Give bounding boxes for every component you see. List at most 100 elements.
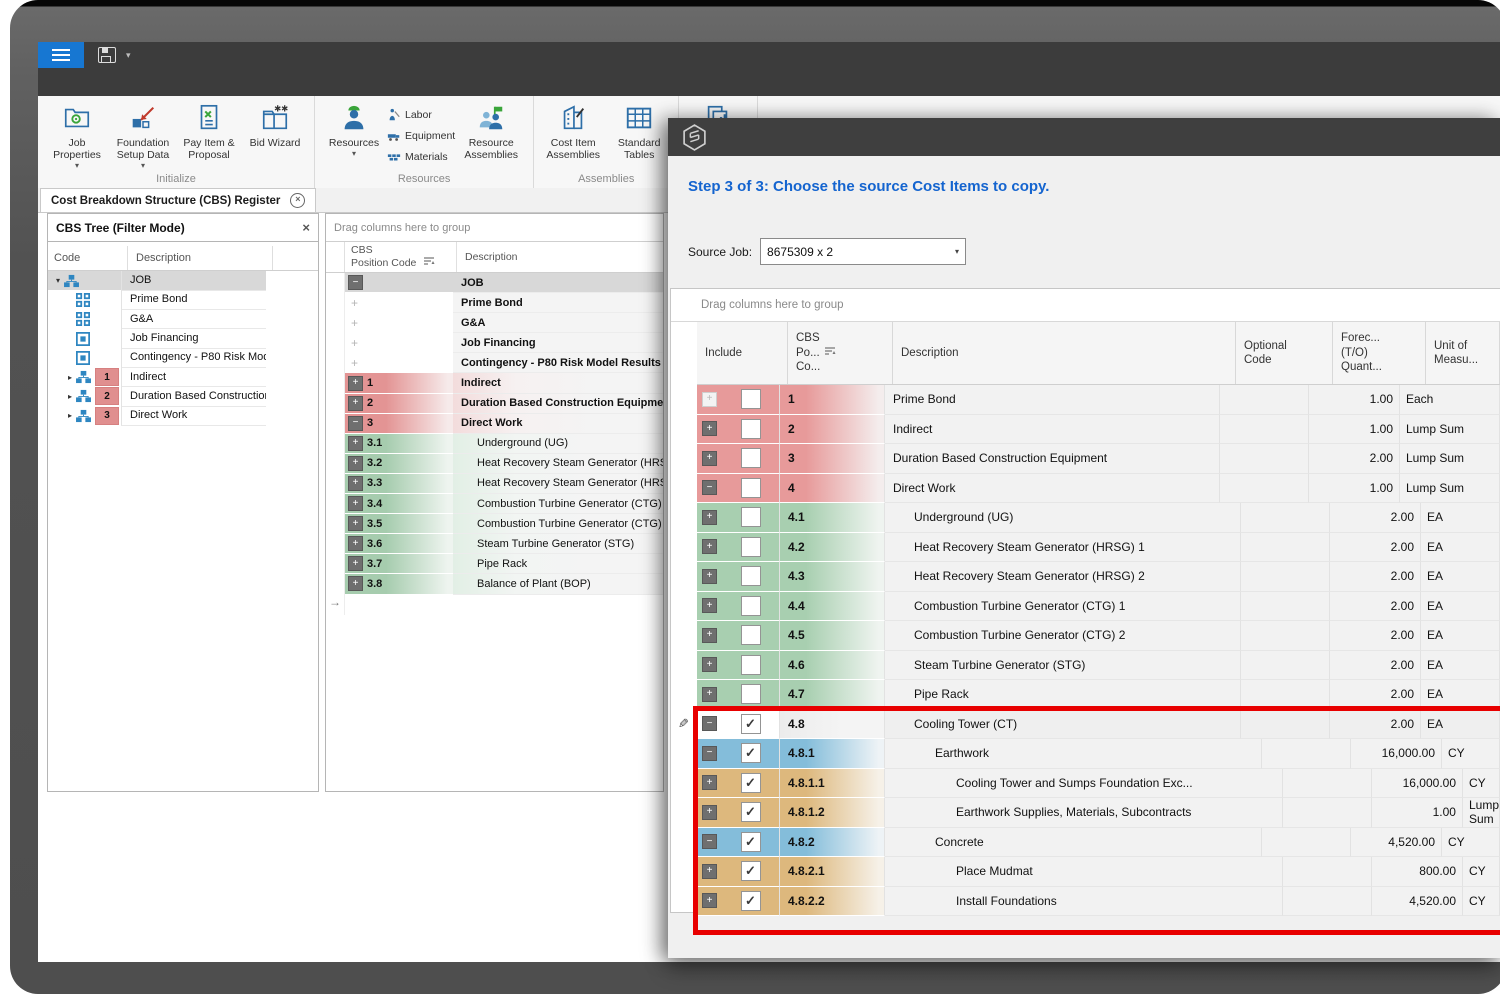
table-row[interactable]: −✓4.8Cooling Tower (CT)2.00EA — [697, 710, 1500, 740]
include-checkbox[interactable] — [741, 655, 761, 675]
cell-include[interactable]: ✓ — [722, 739, 780, 769]
cell-description[interactable]: Pipe Rack — [885, 680, 1241, 710]
cost-item-assemblies-button[interactable]: Cost Item Assemblies — [540, 100, 606, 161]
cell-unit-of-measure[interactable]: EA — [1421, 651, 1500, 681]
table-row[interactable]: +✓4.8.2.1Place Mudmat800.00CY — [697, 857, 1500, 887]
cell-description[interactable]: Steam Turbine Generator (STG) — [885, 651, 1241, 681]
cell-unit-of-measure[interactable]: Lump Sum — [1400, 444, 1500, 474]
col-description[interactable]: Description — [457, 242, 663, 272]
tree-row[interactable]: ▸2Duration Based Construction... — [48, 387, 318, 406]
cell-description[interactable]: Combustion Turbine Generator (CTG) 1 — [885, 592, 1241, 622]
group-by-band[interactable]: Drag columns here to group — [671, 289, 1500, 322]
collapse-button[interactable]: − — [702, 834, 717, 849]
cell-description[interactable]: JOB — [453, 273, 663, 293]
cell-include[interactable] — [722, 415, 780, 445]
cell-include[interactable] — [722, 621, 780, 651]
tree-row-description[interactable]: Prime Bond — [121, 290, 266, 310]
table-row[interactable]: +3.3Heat Recovery Steam Generator (HRSG)… — [326, 474, 663, 494]
table-row[interactable]: +1Indirect — [326, 373, 663, 393]
foundation-setup-data-button[interactable]: Foundation Setup Data ▾ — [110, 100, 176, 170]
col-cbs-position-code[interactable]: CBS Po... Co... — [788, 322, 893, 384]
resource-assemblies-button[interactable]: Resource Assemblies — [455, 100, 527, 161]
expand-button[interactable]: + — [348, 536, 363, 551]
include-checkbox[interactable] — [741, 419, 761, 439]
table-row[interactable]: +4.3Heat Recovery Steam Generator (HRSG)… — [697, 562, 1500, 592]
cell-optional-code[interactable] — [1220, 474, 1309, 504]
cell-position-code[interactable]: +3.6 — [345, 534, 453, 554]
cell-description[interactable]: Balance of Plant (BOP) — [453, 574, 663, 594]
cell-forecast-qty[interactable]: 2.00 — [1309, 444, 1400, 474]
col-cbs-position-code[interactable]: CBS Position Code — [345, 242, 457, 272]
expand-button[interactable]: + — [702, 893, 717, 908]
cell-position-code[interactable]: 4.8.1.1 — [780, 769, 885, 799]
cell-description[interactable]: Prime Bond — [885, 385, 1220, 415]
expand-button[interactable]: + — [702, 451, 717, 466]
tree-row[interactable]: ▾JOB — [48, 271, 318, 290]
table-row[interactable]: +G&A — [326, 313, 663, 333]
table-row[interactable]: +3.1Underground (UG) — [326, 434, 663, 454]
expand-button[interactable]: + — [348, 356, 361, 369]
cell-unit-of-measure[interactable]: EA — [1421, 503, 1500, 533]
include-checkbox[interactable]: ✓ — [741, 773, 761, 793]
table-row[interactable]: +3.7Pipe Rack — [326, 554, 663, 574]
collapse-button[interactable]: − — [348, 416, 363, 431]
collapse-button[interactable]: − — [702, 746, 717, 761]
table-row[interactable]: +4.5Combustion Turbine Generator (CTG) 2… — [697, 621, 1500, 651]
cell-forecast-qty[interactable]: 2.00 — [1330, 621, 1421, 651]
cell-description[interactable]: Combustion Turbine Generator (CTG) 2 — [885, 621, 1241, 651]
cell-include[interactable]: ✓ — [722, 769, 780, 799]
cell-forecast-qty[interactable]: 1.00 — [1309, 415, 1400, 445]
table-row[interactable]: +3.6Steam Turbine Generator (STG) — [326, 534, 663, 554]
include-checkbox[interactable] — [741, 448, 761, 468]
cell-description[interactable]: Heat Recovery Steam Generator (HRSG) 1 — [885, 533, 1241, 563]
expand-button[interactable]: + — [348, 436, 363, 451]
cell-forecast-qty[interactable]: 2.00 — [1330, 710, 1421, 740]
expand-button[interactable]: + — [702, 657, 717, 672]
cell-position-code[interactable]: − — [345, 273, 453, 293]
group-by-band[interactable]: Drag columns here to group — [326, 214, 663, 242]
cell-include[interactable] — [722, 562, 780, 592]
table-row[interactable]: −4Direct Work1.00Lump Sum — [697, 474, 1500, 504]
expand-button[interactable]: + — [348, 496, 363, 511]
cell-include[interactable] — [722, 592, 780, 622]
cell-position-code[interactable]: +2 — [345, 394, 453, 414]
resources-button[interactable]: Resources ▾ — [321, 100, 387, 158]
expand-button[interactable]: ▸ — [64, 411, 76, 420]
cell-position-code[interactable]: 4.8 — [780, 710, 885, 740]
cell-position-code[interactable]: 4.3 — [780, 562, 885, 592]
tree-row[interactable]: Contingency - P80 Risk Mode... — [48, 348, 318, 367]
cell-include[interactable] — [722, 680, 780, 710]
cell-position-code[interactable]: +3.3 — [345, 474, 453, 494]
cell-position-code[interactable]: 4.2 — [780, 533, 885, 563]
include-checkbox[interactable] — [741, 625, 761, 645]
cell-description[interactable]: Heat Recovery Steam Generator (HRSG) 2 — [885, 562, 1241, 592]
cell-description[interactable]: G&A — [453, 313, 663, 333]
cell-position-code[interactable]: 4.1 — [780, 503, 885, 533]
cell-description[interactable]: Indirect — [885, 415, 1220, 445]
cell-optional-code[interactable] — [1241, 562, 1330, 592]
cell-position-code[interactable]: 1 — [780, 385, 885, 415]
expand-button[interactable]: ▸ — [64, 392, 76, 401]
tree-col-code[interactable]: Code — [48, 246, 128, 270]
table-row[interactable]: +3.8Balance of Plant (BOP) — [326, 574, 663, 594]
cell-optional-code[interactable] — [1241, 651, 1330, 681]
cell-description[interactable]: Prime Bond — [453, 293, 663, 313]
cell-include[interactable]: ✓ — [722, 887, 780, 917]
hamburger-menu-button[interactable] — [38, 42, 84, 68]
table-row[interactable]: +4.4Combustion Turbine Generator (CTG) 1… — [697, 592, 1500, 622]
cell-position-code[interactable]: 4.8.1.2 — [780, 798, 885, 828]
cell-include[interactable]: ✓ — [722, 710, 780, 740]
cell-position-code[interactable]: + — [345, 353, 453, 373]
cell-optional-code[interactable] — [1283, 857, 1372, 887]
include-checkbox[interactable] — [741, 478, 761, 498]
cell-include[interactable]: ✓ — [722, 857, 780, 887]
cell-optional-code[interactable] — [1241, 621, 1330, 651]
tree-row[interactable]: Job Financing — [48, 329, 318, 348]
cell-optional-code[interactable] — [1220, 415, 1309, 445]
expand-button[interactable]: + — [702, 628, 717, 643]
cell-position-code[interactable]: 4.6 — [780, 651, 885, 681]
tree-row[interactable]: Prime Bond — [48, 290, 318, 309]
cell-position-code[interactable]: 4.4 — [780, 592, 885, 622]
cell-position-code[interactable]: +1 — [345, 373, 453, 393]
cell-position-code[interactable]: +3.1 — [345, 434, 453, 454]
